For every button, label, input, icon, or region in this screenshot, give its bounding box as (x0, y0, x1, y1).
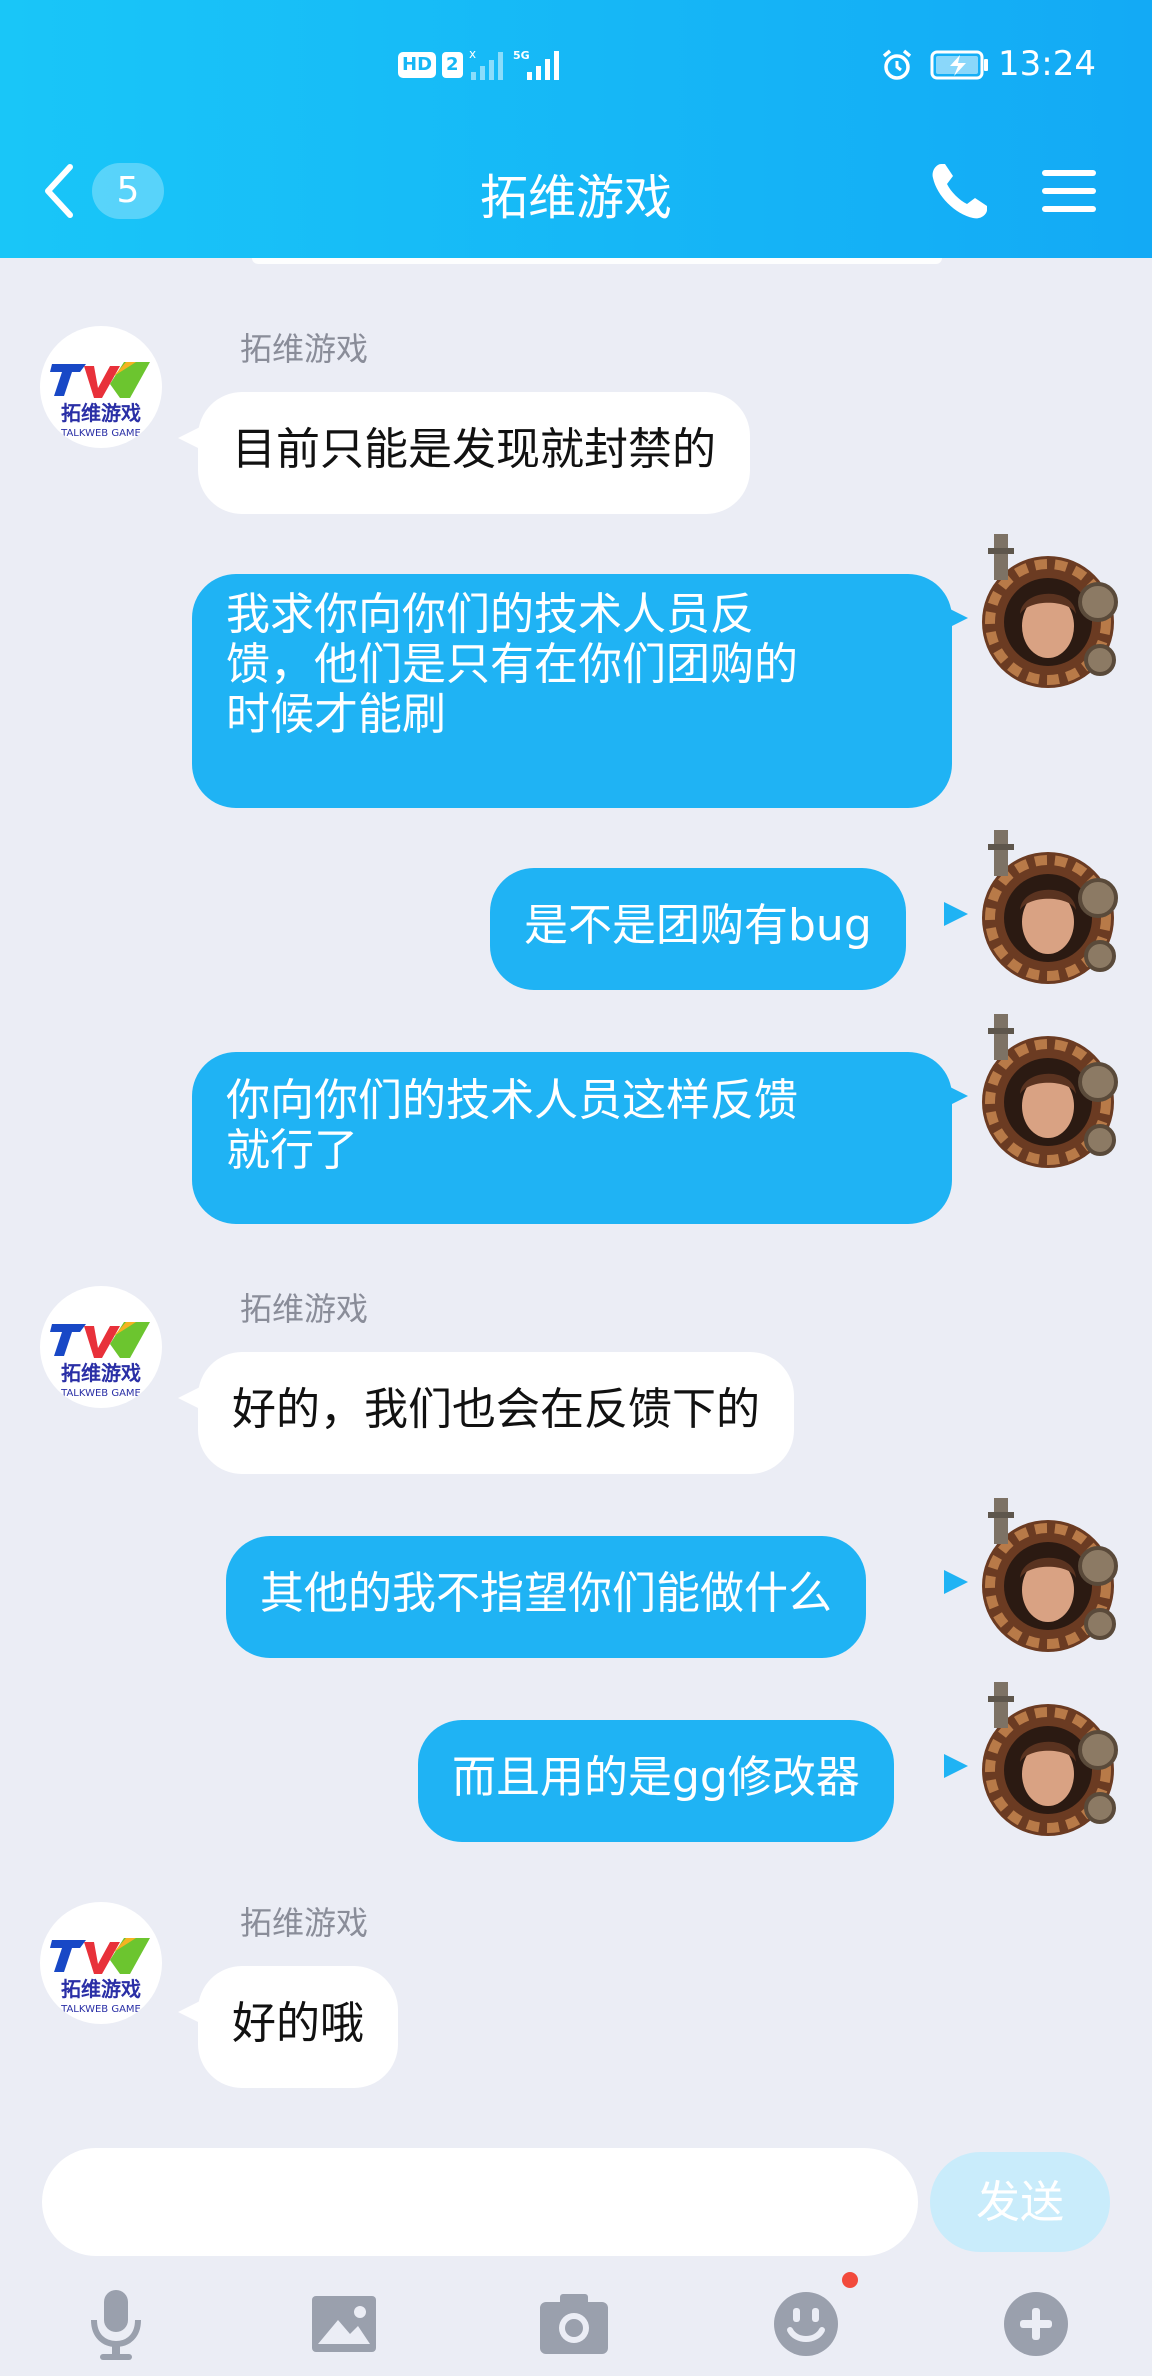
my-avatar[interactable] (970, 1678, 1130, 1848)
contact-avatar[interactable]: 拓维游戏 TALKWEB GAME (40, 326, 162, 448)
user-avatar-icon (982, 830, 1118, 984)
microphone-icon (91, 2290, 141, 2360)
bubble-tail (944, 606, 968, 630)
contact-avatar[interactable]: 拓维游戏 TALKWEB GAME (40, 1902, 162, 2024)
camera-button[interactable] (534, 2284, 614, 2364)
svg-text:拓维游戏: 拓维游戏 (61, 1977, 141, 2001)
svg-text:TALKWEB GAME: TALKWEB GAME (60, 428, 141, 439)
hd-icon: HD (398, 52, 437, 78)
message-bubble[interactable]: 好的，我们也会在反馈下的 (198, 1352, 794, 1474)
call-button[interactable] (925, 156, 995, 226)
message-bubble[interactable]: 是不是团购有bug (490, 868, 906, 990)
user-avatar-icon (982, 1498, 1118, 1652)
bubble-tail (944, 902, 968, 926)
phone-icon (932, 164, 987, 219)
user-avatar-icon (982, 1014, 1118, 1168)
battery-icon (930, 50, 988, 80)
camera-icon (540, 2294, 608, 2354)
signal-5g-icon: 5G (513, 49, 559, 80)
sender-name: 拓维游戏 (240, 330, 369, 368)
input-area: 发送 (0, 2138, 1152, 2376)
bubble-tail (944, 1084, 968, 1108)
alarm-icon (882, 49, 912, 80)
my-avatar[interactable] (970, 530, 1130, 700)
signal-no-sim-icon: x (469, 48, 503, 80)
svg-text:TALKWEB GAME: TALKWEB GAME (60, 2004, 141, 2015)
bubble-tail (944, 1570, 968, 1594)
more-button[interactable] (996, 2284, 1076, 2364)
menu-icon (1042, 170, 1096, 212)
emoji-notification-dot (842, 2272, 858, 2288)
message-input[interactable] (42, 2148, 918, 2256)
talkweb-logo-icon: 拓维游戏 TALKWEB GAME (50, 1322, 150, 1399)
talkweb-logo-icon: 拓维游戏 TALKWEB GAME (50, 362, 150, 439)
message-bubble[interactable]: 目前只能是发现就封禁的 (198, 392, 750, 514)
emoji-icon (774, 2292, 838, 2356)
my-avatar[interactable] (970, 1010, 1130, 1180)
sender-name: 拓维游戏 (240, 1290, 369, 1328)
svg-text:5G: 5G (513, 49, 530, 62)
user-avatar-icon (982, 534, 1118, 688)
previous-message-edge (252, 258, 942, 264)
clock-time: 13:24 (998, 44, 1096, 84)
image-icon (312, 2296, 376, 2352)
my-avatar[interactable] (970, 1494, 1130, 1664)
status-bar: HD 2 x 5G 13:24 (0, 0, 1152, 130)
message-bubble[interactable]: 你向你们的技术人员这样反馈 就行了 (192, 1052, 952, 1224)
signal-indicators: HD 2 x 5G (398, 48, 565, 82)
input-toolbar (0, 2278, 1152, 2376)
nav-bar: 5 拓维游戏 (0, 130, 1152, 258)
header: HD 2 x 5G 13:24 5 拓维游戏 (0, 0, 1152, 258)
chat-messages[interactable]: 拓维游戏 TALKWEB GAME 拓维游戏 目前只能是发现就封禁的 我求你向你… (0, 258, 1152, 2138)
send-button[interactable]: 发送 (930, 2152, 1110, 2252)
my-avatar[interactable] (970, 826, 1130, 996)
message-bubble[interactable]: 我求你向你们的技术人员反 馈，他们是只有在你们团购的 时候才能刷 (192, 574, 952, 808)
message-bubble[interactable]: 好的哦 (198, 1966, 398, 2088)
emoji-button[interactable] (766, 2284, 846, 2364)
menu-button[interactable] (1038, 156, 1100, 226)
message-bubble[interactable]: 其他的我不指望你们能做什么 (226, 1536, 866, 1658)
svg-text:拓维游戏: 拓维游戏 (61, 1361, 141, 1385)
sim2-icon: 2 (442, 52, 463, 78)
svg-text:x: x (469, 48, 476, 61)
talkweb-logo-icon: 拓维游戏 TALKWEB GAME (50, 1938, 150, 2015)
gallery-button[interactable] (304, 2284, 384, 2364)
svg-text:TALKWEB GAME: TALKWEB GAME (60, 1388, 141, 1399)
voice-button[interactable] (76, 2284, 156, 2364)
user-avatar-icon (982, 1682, 1118, 1836)
plus-icon (1004, 2292, 1068, 2356)
contact-avatar[interactable]: 拓维游戏 TALKWEB GAME (40, 1286, 162, 1408)
svg-text:拓维游戏: 拓维游戏 (61, 401, 141, 425)
sender-name: 拓维游戏 (240, 1904, 369, 1942)
message-bubble[interactable]: 而且用的是gg修改器 (418, 1720, 894, 1842)
status-right (880, 48, 990, 82)
bubble-tail (944, 1754, 968, 1778)
